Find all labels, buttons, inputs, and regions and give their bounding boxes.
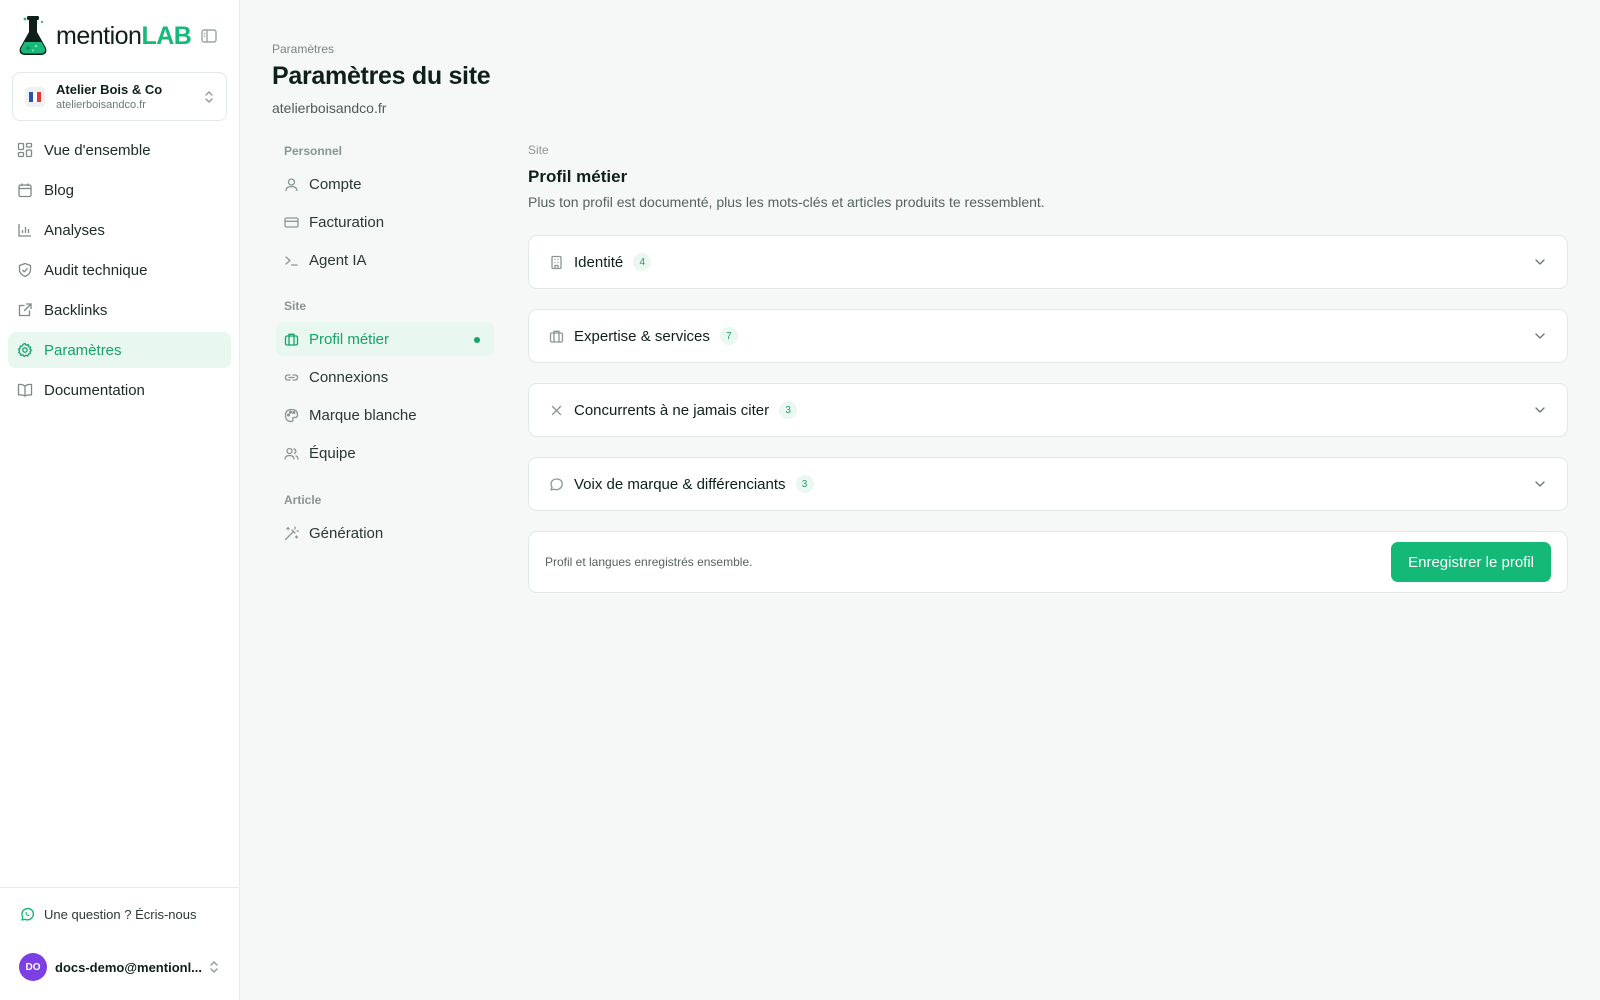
count-badge: 3 [779, 401, 798, 419]
user-menu[interactable]: DO docs-demo@mentionl... [19, 952, 223, 982]
settings-item-label: Équipe [309, 444, 356, 462]
chevron-down-icon [1535, 333, 1545, 339]
calendar-icon [18, 183, 32, 198]
accordion-expertise[interactable]: Expertise & services 7 [528, 309, 1568, 363]
count-badge: 3 [795, 475, 814, 493]
site-name: Atelier Bois & Co [56, 82, 163, 97]
user-icon [285, 177, 298, 191]
palette-icon [284, 408, 299, 422]
sidebar-item-label: Paramètres [44, 341, 122, 359]
settings-item-compte[interactable]: Compte [276, 167, 494, 201]
avatar: DO [19, 953, 47, 981]
settings-item-label: Profil métier [309, 330, 390, 348]
link-icon [284, 373, 299, 381]
chevron-down-icon [1535, 407, 1545, 413]
settings-item-label: Génération [309, 524, 384, 542]
sidebar-item-label: Audit technique [44, 261, 148, 279]
building-icon [551, 255, 562, 269]
settings-item-marque-blanche[interactable]: Marque blanche [276, 398, 494, 432]
sidebar-item-audit[interactable]: Audit technique [8, 252, 231, 288]
accordion-concurrents[interactable]: Concurrents à ne jamais citer 3 [528, 383, 1568, 437]
credit-card-icon [284, 216, 299, 228]
sidebar-item-documentation[interactable]: Documentation [8, 372, 231, 408]
gear-icon [17, 342, 33, 358]
sidebar-item-label: Documentation [44, 381, 145, 399]
accordion-identite[interactable]: Identité 4 [528, 235, 1568, 289]
sidebar-item-blog[interactable]: Blog [8, 172, 231, 208]
settings-item-equipe[interactable]: Équipe [276, 436, 494, 470]
magic-wand-icon [284, 525, 299, 540]
sidebar-item-label: Analyses [44, 221, 105, 239]
accordion-label: Voix de marque & différenciants [574, 475, 786, 493]
chevron-down-icon [1535, 259, 1545, 265]
settings-item-label: Agent IA [309, 251, 367, 269]
count-badge: 4 [633, 253, 652, 271]
dashboard-icon [17, 142, 33, 158]
breadcrumb[interactable]: Paramètres [272, 42, 334, 56]
chat-bubble-icon [550, 477, 563, 491]
whatsapp-icon [21, 907, 35, 921]
accordion-label: Expertise & services [574, 327, 710, 345]
sidebar-item-analyses[interactable]: Analyses [8, 212, 231, 248]
settings-item-agent-ia[interactable]: Agent IA [276, 243, 494, 277]
save-bar: Profil et langues enregistrés ensemble. … [528, 531, 1568, 593]
sidebar: mentionLAB Atelier Bois & Co atelierbois… [0, 0, 240, 1000]
sidebar-item-label: Vue d'ensemble [44, 141, 151, 159]
sidebar-item-settings[interactable]: Paramètres [8, 332, 231, 368]
count-badge: 7 [719, 327, 738, 345]
page-title: Paramètres du site [272, 62, 491, 90]
briefcase-icon [284, 333, 299, 346]
sidebar-collapse-icon[interactable] [200, 27, 218, 45]
help-label: Une question ? Écris-nous [44, 907, 197, 922]
briefcase-icon [549, 330, 564, 343]
sidebar-item-label: Backlinks [44, 301, 108, 319]
brand-name: mentionLAB [56, 21, 192, 50]
site-switcher[interactable]: Atelier Bois & Co atelierboisandco.fr [12, 72, 227, 121]
shield-check-icon [18, 262, 32, 278]
france-flag-icon [25, 87, 45, 107]
content-description: Plus ton profil est documenté, plus les … [528, 194, 1045, 210]
sidebar-item-label: Blog [44, 181, 75, 199]
site-domain: atelierboisandco.fr [56, 99, 146, 111]
page-subtitle: atelierboisandco.fr [272, 100, 387, 116]
save-profile-button[interactable]: Enregistrer le profil [1391, 542, 1551, 582]
settings-item-label: Connexions [309, 368, 389, 386]
settings-item-label: Marque blanche [309, 406, 417, 424]
chevron-up-down-icon [210, 961, 218, 973]
bar-chart-icon [18, 224, 31, 237]
sidebar-divider [0, 887, 239, 888]
settings-section-personnel: Personnel [284, 144, 343, 158]
flask-logo-icon [19, 16, 47, 55]
settings-item-profil-metier[interactable]: Profil métier [276, 322, 494, 356]
save-note: Profil et langues enregistrés ensemble. [545, 555, 753, 569]
users-icon [284, 447, 299, 460]
settings-section-site: Site [284, 299, 307, 313]
brand-logo[interactable]: mentionLAB [16, 14, 226, 58]
sidebar-item-overview[interactable]: Vue d'ensemble [8, 132, 231, 168]
chevron-up-down-icon [205, 91, 213, 103]
content-eyebrow: Site [528, 143, 549, 157]
settings-item-label: Facturation [309, 213, 385, 231]
sidebar-item-backlinks[interactable]: Backlinks [8, 292, 231, 328]
close-icon [551, 405, 562, 415]
settings-section-article: Article [284, 493, 322, 507]
terminal-icon [285, 255, 298, 266]
accordion-label: Identité [574, 253, 624, 271]
book-icon [17, 383, 33, 397]
chevron-down-icon [1535, 481, 1545, 487]
settings-item-connexions[interactable]: Connexions [276, 360, 494, 394]
help-contact-link[interactable]: Une question ? Écris-nous [19, 906, 196, 923]
external-link-icon [18, 303, 32, 317]
settings-item-label: Compte [309, 175, 362, 193]
active-indicator-dot [474, 337, 480, 343]
content-title: Profil métier [528, 167, 628, 186]
settings-item-generation[interactable]: Génération [276, 516, 494, 550]
accordion-voix-de-marque[interactable]: Voix de marque & différenciants 3 [528, 457, 1568, 511]
user-email: docs-demo@mentionl... [55, 959, 203, 975]
settings-item-facturation[interactable]: Facturation [276, 205, 494, 239]
accordion-label: Concurrents à ne jamais citer [574, 401, 770, 419]
